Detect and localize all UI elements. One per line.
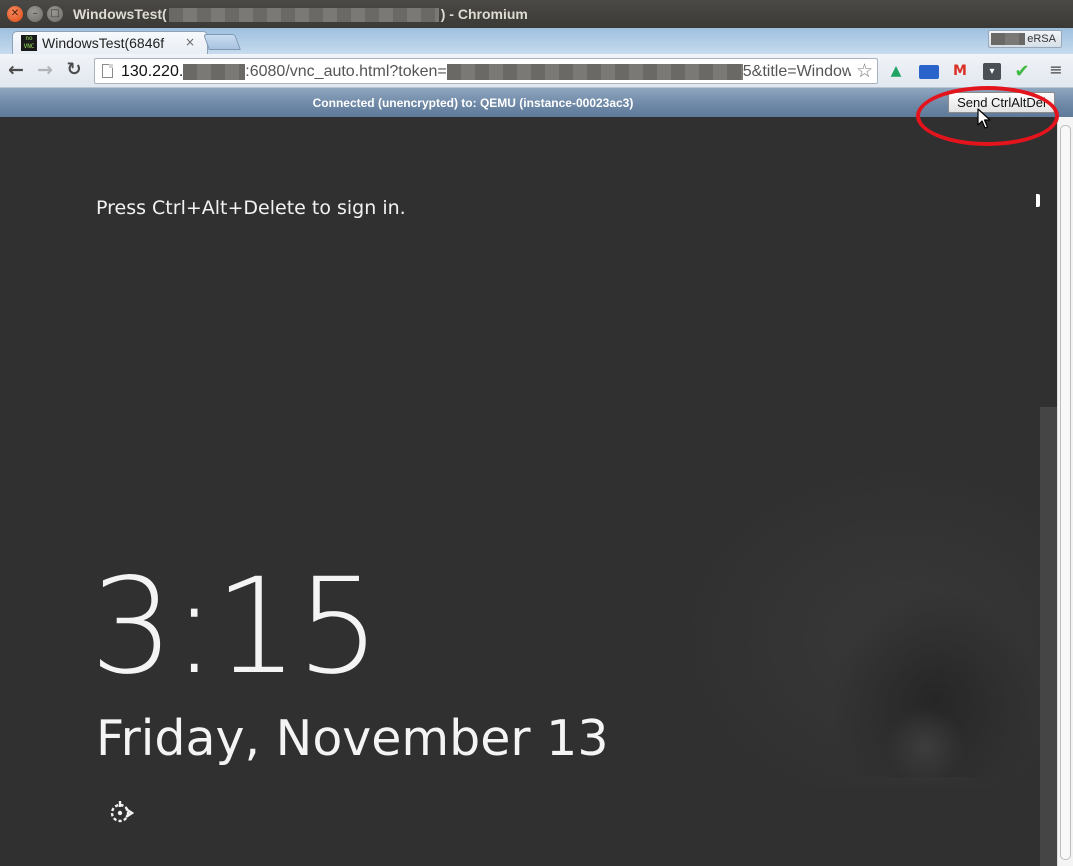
ease-of-access-icon[interactable]	[108, 799, 134, 825]
remote-cursor-icon	[1036, 194, 1040, 207]
url-text[interactable]: 130.220. :6080/vnc_auto.html?token= 5&titl…	[121, 63, 851, 81]
cast-icon[interactable]	[919, 65, 939, 79]
window-title-prefix: WindowsTest(	[73, 6, 167, 22]
browser-toolbar: ← → ↻ 130.220. :6080/vnc_auto.html?token=…	[0, 54, 1073, 88]
profile-label: eRSA	[1027, 33, 1056, 45]
window-close-button[interactable]: ✕	[7, 6, 23, 22]
redacted-region	[446, 63, 743, 80]
page-icon	[102, 64, 113, 78]
google-drive-icon[interactable]: ▲	[887, 63, 905, 80]
lockscreen-background-shape	[1040, 407, 1057, 866]
new-tab-button[interactable]	[203, 34, 241, 50]
window-title: WindowsTest( ) - Chromium	[73, 6, 528, 23]
tab-title: WindowsTest(6846f	[42, 35, 165, 51]
reload-button[interactable]: ↻	[63, 59, 85, 81]
vnc-status-bar: Connected (unencrypted) to: QEMU (instan…	[0, 88, 1073, 117]
vertical-scrollbar[interactable]	[1057, 117, 1073, 866]
chrome-menu-icon[interactable]: ≡	[1049, 62, 1063, 78]
window-maximize-button[interactable]: □	[47, 6, 63, 22]
tab-strip: no VNC WindowsTest(6846f × eRSA	[0, 28, 1073, 54]
url-query-end: 5&title=Window	[742, 63, 851, 80]
profile-button[interactable]: eRSA	[988, 30, 1062, 48]
window-titlebar[interactable]: ✕ – □ WindowsTest( ) - Chromium	[0, 0, 1073, 28]
redacted-region	[183, 63, 246, 80]
gmail-icon[interactable]: M	[951, 63, 969, 80]
address-bar[interactable]: 130.220. :6080/vnc_auto.html?token= 5&titl…	[94, 58, 878, 84]
chromium-window: ✕ – □ WindowsTest( ) - Chromium no VNC Win…	[0, 0, 1073, 866]
redacted-region	[991, 33, 1025, 45]
signin-hint: Press Ctrl+Alt+Delete to sign in.	[96, 197, 406, 219]
url-path: :6080/vnc_auto.html?token=	[245, 63, 447, 80]
url-host: 130.220.	[121, 63, 184, 80]
back-button[interactable]: ←	[5, 59, 27, 81]
redacted-region	[168, 8, 439, 23]
pocket-icon[interactable]: ▾	[983, 63, 1001, 80]
checkmark-icon[interactable]: ✔	[1013, 63, 1031, 81]
scrollbar-thumb[interactable]	[1060, 125, 1071, 860]
window-title-suffix: ) - Chromium	[440, 6, 528, 22]
vnc-status-text: Connected (unencrypted) to: QEMU (instan…	[312, 96, 634, 110]
lockscreen-date: Friday, November 13	[96, 710, 609, 767]
lockscreen-background-shape	[880, 707, 970, 787]
mouse-pointer-icon	[977, 108, 991, 129]
tab-windowstest[interactable]: no VNC WindowsTest(6846f ×	[12, 31, 208, 54]
lockscreen-time: 3:15	[90, 550, 380, 704]
tab-close-icon[interactable]: ×	[185, 35, 195, 49]
vnc-remote-screen[interactable]: Press Ctrl+Alt+Delete to sign in. 3:15 F…	[0, 117, 1057, 866]
bookmark-star-icon[interactable]: ☆	[856, 60, 873, 82]
window-minimize-button[interactable]: –	[27, 6, 43, 22]
forward-button[interactable]: →	[34, 59, 56, 81]
novnc-favicon-icon: no VNC	[21, 35, 37, 51]
send-ctrlaltdel-button[interactable]: Send CtrlAltDel	[948, 92, 1055, 113]
